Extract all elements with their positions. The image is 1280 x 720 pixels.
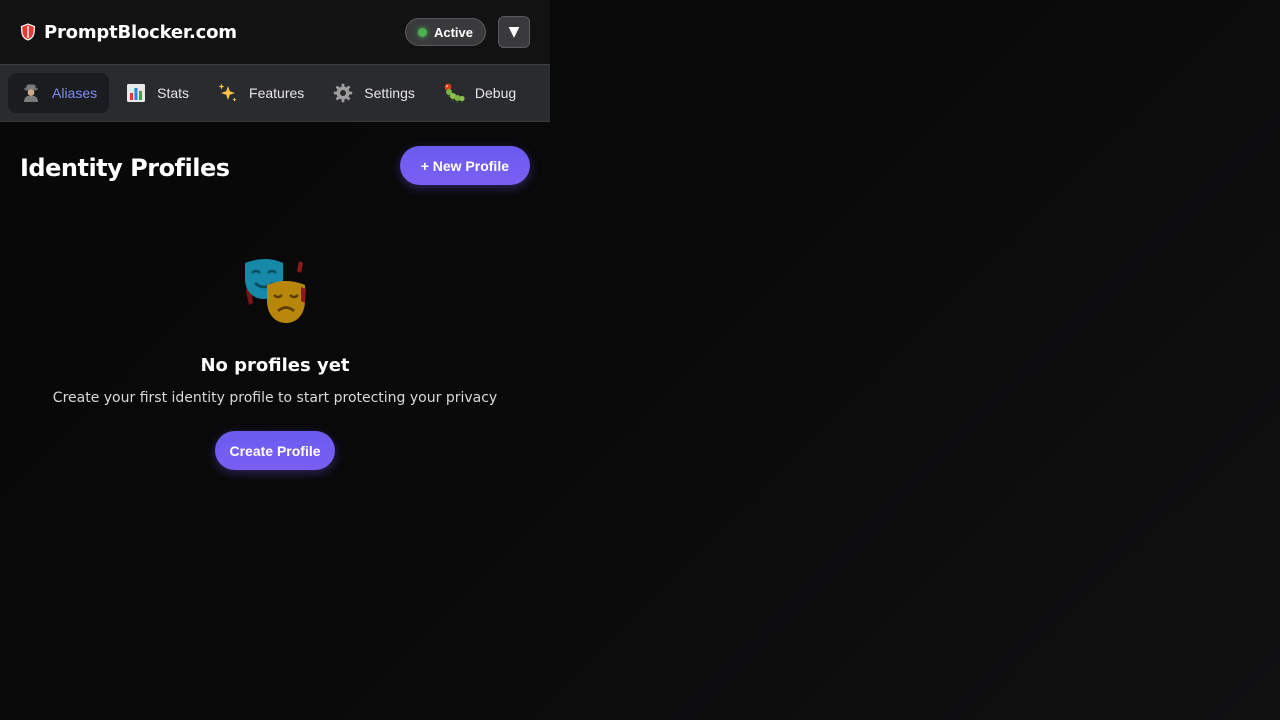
tab-stats[interactable]: Stats bbox=[113, 73, 201, 113]
extension-panel: PromptBlocker.com Active ▼ Aliases Stats… bbox=[0, 0, 550, 720]
bug-icon bbox=[443, 82, 465, 104]
tab-bar: Aliases Stats Features Settings Debug bbox=[0, 64, 550, 122]
empty-state: No profiles yet Create your first identi… bbox=[20, 259, 530, 470]
tab-aliases[interactable]: Aliases bbox=[8, 73, 110, 113]
tab-debug[interactable]: Debug bbox=[431, 73, 528, 113]
tab-label: Settings bbox=[364, 85, 415, 101]
shield-icon bbox=[20, 23, 36, 41]
status-toggle[interactable]: Active bbox=[404, 18, 486, 46]
page-title: Identity Profiles bbox=[20, 153, 230, 182]
sparkles-icon bbox=[217, 82, 239, 104]
theater-masks-icon bbox=[243, 259, 307, 325]
gear-icon bbox=[332, 82, 354, 104]
content-header: Identity Profiles + New Profile bbox=[20, 146, 530, 185]
tab-label: Debug bbox=[474, 85, 517, 101]
status-dot-icon bbox=[417, 27, 427, 37]
chevron-down-icon: ▼ bbox=[508, 24, 520, 40]
tab-features[interactable]: Features bbox=[205, 73, 316, 113]
create-profile-button[interactable]: Create Profile bbox=[215, 431, 335, 470]
tab-label: Aliases bbox=[52, 85, 98, 101]
menu-dropdown-button[interactable]: ▼ bbox=[498, 16, 530, 48]
tab-label: Features bbox=[249, 85, 305, 101]
header-actions: Active ▼ bbox=[404, 16, 530, 48]
status-label: Active bbox=[433, 24, 473, 40]
app-header: PromptBlocker.com Active ▼ bbox=[0, 0, 550, 64]
brand: PromptBlocker.com bbox=[20, 22, 237, 43]
new-profile-button[interactable]: + New Profile bbox=[399, 146, 530, 185]
detective-icon bbox=[20, 82, 42, 104]
empty-state-title: No profiles yet bbox=[200, 355, 350, 376]
tab-label: Stats bbox=[157, 85, 190, 101]
tab-settings[interactable]: Settings bbox=[320, 73, 427, 113]
page: PromptBlocker.com Active ▼ Aliases Stats… bbox=[0, 0, 1280, 720]
empty-state-description: Create your first identity profile to st… bbox=[52, 390, 498, 406]
bar-chart-icon bbox=[125, 82, 147, 104]
brand-name: PromptBlocker.com bbox=[44, 21, 237, 43]
main-content: Identity Profiles + New Profile No profi… bbox=[0, 122, 550, 470]
